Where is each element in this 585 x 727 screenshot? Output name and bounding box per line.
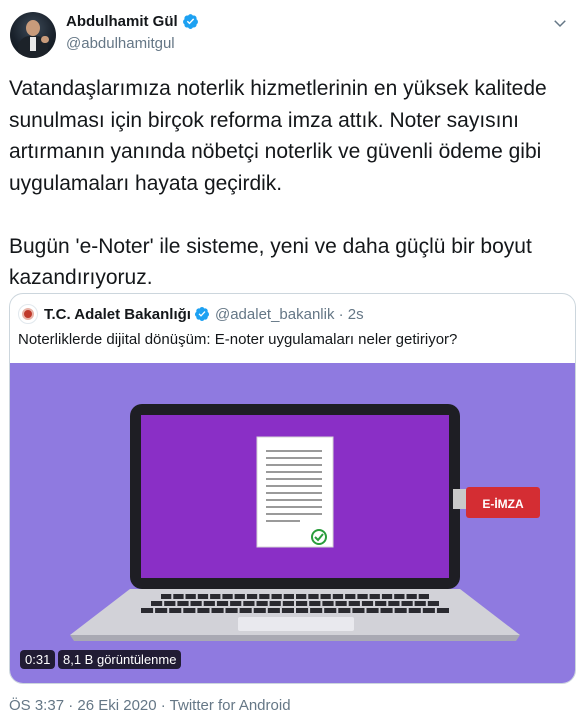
key <box>239 608 252 613</box>
key <box>324 608 337 613</box>
video-player[interactable]: E-İMZA 0:31 8,1 B görüntülenme <box>10 363 575 683</box>
key <box>269 601 281 606</box>
key <box>281 608 294 613</box>
key <box>381 594 393 599</box>
key <box>230 601 242 606</box>
key <box>151 601 163 606</box>
key <box>394 594 405 599</box>
key <box>185 594 196 599</box>
key <box>332 594 344 599</box>
author-display-name[interactable]: Abdulhamit Gül <box>66 13 178 30</box>
key <box>422 608 435 613</box>
key <box>345 594 356 599</box>
key <box>388 601 400 606</box>
quoted-text: Noterliklerde dijital dönüşüm: E-noter u… <box>18 331 458 348</box>
tweet-header: Abdulhamit Gül @abdulhamitgul <box>0 0 585 66</box>
key <box>436 608 449 613</box>
key <box>352 608 365 613</box>
key <box>197 608 210 613</box>
verified-badge-icon <box>194 307 209 321</box>
key <box>190 601 202 606</box>
key <box>427 601 439 606</box>
video-views: 8,1 B görüntülenme <box>58 650 182 669</box>
usb-connector <box>453 489 468 509</box>
key <box>197 594 209 599</box>
key <box>366 608 379 613</box>
key <box>210 594 221 599</box>
key <box>394 608 407 613</box>
author-name-row[interactable]: Abdulhamit Gül <box>66 13 199 30</box>
key <box>322 601 334 606</box>
key <box>141 608 154 613</box>
key <box>203 601 215 606</box>
author-handle[interactable]: @abdulhamitgul <box>66 35 175 52</box>
key <box>282 601 294 606</box>
verified-badge-icon <box>182 14 198 29</box>
avatar[interactable] <box>10 12 56 58</box>
trackpad <box>238 617 354 631</box>
key <box>361 601 374 606</box>
key <box>283 594 294 599</box>
key <box>335 601 347 606</box>
key <box>308 594 319 599</box>
key <box>211 608 224 613</box>
key <box>177 601 189 606</box>
key <box>369 594 380 599</box>
key <box>348 601 360 606</box>
avatar-shirt <box>30 37 36 51</box>
key <box>173 594 184 599</box>
avatar-face <box>26 20 40 36</box>
quoted-handle-time: @adalet_bakanlik · 2s <box>214 305 364 323</box>
key <box>183 608 196 613</box>
key <box>222 594 233 599</box>
key <box>243 601 255 606</box>
video-duration: 0:31 <box>20 650 56 669</box>
key <box>309 601 321 606</box>
key <box>155 608 168 613</box>
key <box>357 594 368 599</box>
key <box>338 608 351 613</box>
key <box>225 608 238 613</box>
key <box>296 608 309 613</box>
key <box>234 594 245 599</box>
tweet-meta[interactable]: ÖS 3:37 · 26 Eki 2020 · Twitter for Andr… <box>9 697 291 714</box>
key <box>408 608 421 613</box>
key <box>253 608 266 613</box>
key <box>267 608 280 613</box>
key <box>216 601 229 606</box>
key <box>310 608 323 613</box>
key <box>271 594 282 599</box>
quoted-tweet[interactable]: T.C. Adalet Bakanlığı @adalet_bakanlik ·… <box>9 293 576 684</box>
key <box>320 594 331 599</box>
key <box>296 601 308 606</box>
eimza-label: E-İMZA <box>482 496 524 511</box>
key <box>246 594 258 599</box>
key <box>161 594 172 599</box>
key <box>406 594 417 599</box>
key <box>259 594 270 599</box>
quoted-display-name: T.C. Adalet Bakanlığı <box>44 305 191 323</box>
key <box>401 601 413 606</box>
chevron-down-icon[interactable] <box>551 14 569 32</box>
quoted-tweet-header: T.C. Adalet Bakanlığı @adalet_bakanlik ·… <box>18 303 364 325</box>
tweet-text: Vatandaşlarımıza noterlik hizmetlerinin … <box>9 77 547 289</box>
check-circle-icon <box>311 529 327 545</box>
gov-seal-logo <box>18 304 38 324</box>
laptop-illustration: E-İMZA <box>70 404 540 641</box>
key <box>418 594 429 599</box>
key <box>164 601 176 606</box>
key <box>375 601 387 606</box>
key <box>256 601 268 606</box>
avatar-hand <box>41 36 49 43</box>
key <box>380 608 393 613</box>
key <box>296 594 307 599</box>
key <box>414 601 426 606</box>
key <box>169 608 182 613</box>
